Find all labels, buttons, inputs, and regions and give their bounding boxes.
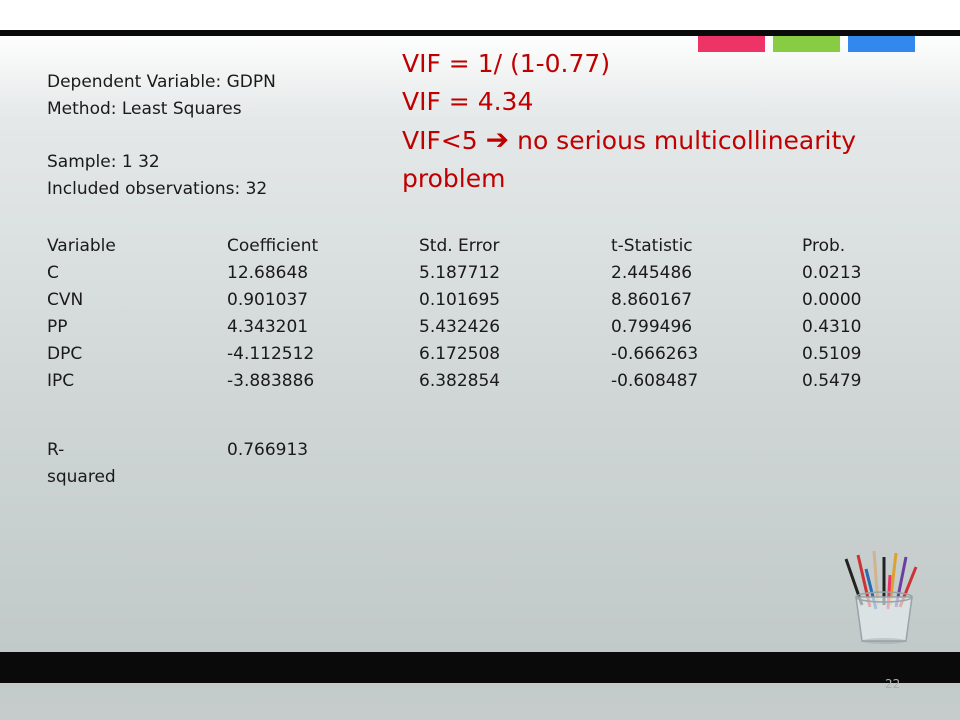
pencil-cup-icon <box>844 550 918 644</box>
vif-conclusion: VIF<5 ➔ no serious multicollinearity pro… <box>402 121 922 198</box>
table-cell: IPC <box>47 371 75 391</box>
page-number: 22 <box>885 677 901 691</box>
vif-threshold: VIF<5 <box>402 126 478 155</box>
table-cell: -0.608487 <box>611 371 699 391</box>
table-cell: 4.343201 <box>227 317 309 337</box>
vif-formula: VIF = 1/ (1-0.77) <box>402 49 611 78</box>
table-cell: 0.0213 <box>802 263 862 283</box>
table-cell: 5.187712 <box>419 263 501 283</box>
dependent-variable: Dependent Variable: GDPN <box>47 72 276 92</box>
table-cell: 5.432426 <box>419 317 501 337</box>
table-cell: CVN <box>47 290 84 310</box>
table-cell: 0.5109 <box>802 344 862 364</box>
table-cell: 0.799496 <box>611 317 693 337</box>
observations: Included observations: 32 <box>47 179 268 199</box>
header-cell: Prob. <box>802 236 846 256</box>
table-cell: 0.5479 <box>802 371 862 391</box>
method: Method: Least Squares <box>47 99 242 119</box>
r-squared-label: R-squared <box>47 440 116 487</box>
r-squared-value: 0.766913 <box>227 440 309 460</box>
header-cell: Variable <box>47 236 116 256</box>
regression-meta-sample: Sample: 1 32 Included observations: 32 <box>47 149 267 203</box>
table-cell: 2.445486 <box>611 263 693 283</box>
right-arrow-icon: ➔ <box>485 123 510 156</box>
table-cell: C <box>47 263 59 283</box>
header-cell: Std. Error <box>419 236 500 256</box>
sample: Sample: 1 32 <box>47 152 160 172</box>
header-cell: t-Statistic <box>611 236 693 256</box>
regression-meta-top: Dependent Variable: GDPN Method: Least S… <box>47 69 276 123</box>
table-cell: 0.901037 <box>227 290 309 310</box>
vif-value: VIF = 4.34 <box>402 87 534 116</box>
table-cell: -4.112512 <box>227 344 315 364</box>
table-cell: 8.860167 <box>611 290 693 310</box>
header-cell: Coefficient <box>227 236 319 256</box>
bottom-bar <box>0 652 960 683</box>
table-cell: -3.883886 <box>227 371 315 391</box>
table-cell: -0.666263 <box>611 344 699 364</box>
table-cell: 0.4310 <box>802 317 862 337</box>
table-cell: 6.382854 <box>419 371 501 391</box>
table-cell: 12.68648 <box>227 263 309 283</box>
table-cell: 6.172508 <box>419 344 501 364</box>
table-cell: PP <box>47 317 68 337</box>
table-cell: 0.101695 <box>419 290 501 310</box>
table-cell: DPC <box>47 344 83 364</box>
vif-annotation: VIF = 1/ (1-0.77) VIF = 4.34 VIF<5 ➔ no … <box>402 45 922 198</box>
table-cell: 0.0000 <box>802 290 862 310</box>
